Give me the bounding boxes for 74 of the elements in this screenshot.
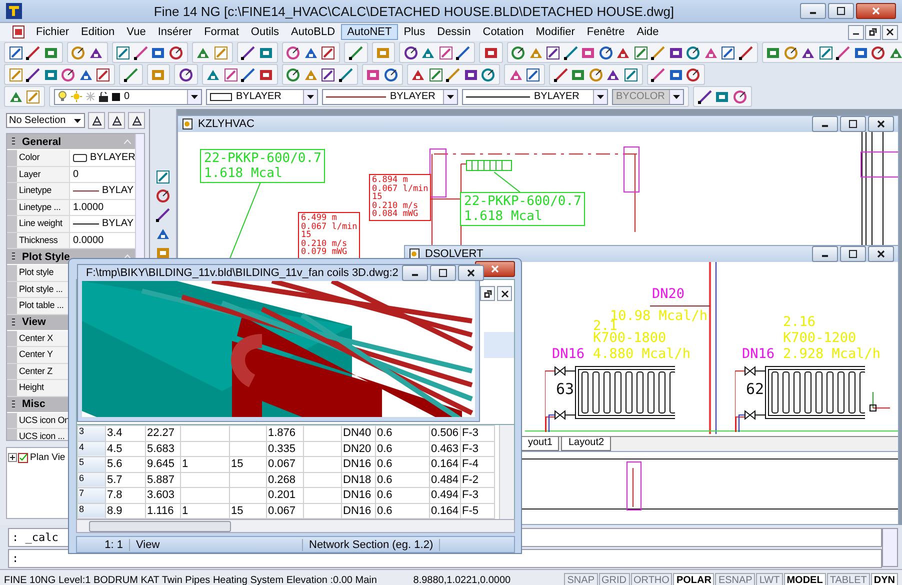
status-text: 1: 1 — [77, 538, 130, 550]
table-cell: 0.6 — [376, 441, 430, 456]
table-cell: 5.7 — [106, 472, 146, 488]
table-cell: F-2 — [460, 472, 494, 488]
table-cell: F-4 — [460, 456, 494, 472]
property-label: Center X — [7, 330, 70, 346]
property-label: Plot table ... — [7, 298, 70, 314]
fixture-tag: 22-PKKP-600/0.7 1.618 Mcal — [200, 149, 326, 183]
table-cell: DN16 — [342, 456, 376, 472]
property-label: Linetype — [7, 183, 70, 198]
property-label: Linetype ... — [7, 200, 70, 215]
table-cell: 0.201 — [266, 488, 304, 503]
table-cell: 0.335 — [266, 441, 304, 456]
table-cell: 0.268 — [266, 472, 304, 488]
table-cell: 1 — [180, 456, 230, 472]
table-cell: 9.645 — [146, 456, 180, 472]
table-cell: 0.6 — [376, 456, 430, 472]
output-label: 4.880 Mcal/h — [593, 346, 691, 362]
pipe-size-label: DN16 — [742, 346, 775, 362]
property-label: Center Z — [7, 364, 70, 379]
window-title: DSOLVERT — [425, 248, 484, 260]
status-text: FINE 10NG Level:1 BODRUM KAT Twin Pipes Heating System Elevation :0.00 Main — [4, 575, 378, 585]
table-cell: 0.6 — [376, 472, 430, 488]
property-label: Height — [7, 380, 70, 396]
table-cell: 0.484 — [430, 472, 460, 488]
property-label: Line weight — [7, 216, 70, 232]
table-cell: 5.6 — [106, 456, 146, 472]
radiator-number: 62 — [746, 380, 764, 398]
radiator-number: 63 — [556, 380, 574, 398]
pipe-size-label: DN16 — [552, 346, 585, 362]
property-label: UCS icon ... — [7, 429, 70, 440]
window-title: KZLYHVAC — [198, 118, 256, 130]
fixture-tag: 22-PKKP-600/0.7 1.618 Mcal — [460, 192, 586, 226]
table-cell: F-3 — [460, 426, 494, 441]
table-cell: 3.4 — [106, 426, 146, 441]
table-cell: 0.6 — [376, 488, 430, 503]
table-cell: 4.5 — [106, 441, 146, 456]
table-cell: 1.876 — [266, 426, 304, 441]
output-label: 2.928 Mcal/h — [783, 346, 881, 362]
table-cell: 5.683 — [146, 441, 180, 456]
model-label: K700-1800 — [593, 330, 666, 346]
status-text: View — [130, 538, 303, 550]
table-cell: F-3 — [460, 488, 494, 503]
table-cell: DN18 — [342, 472, 376, 488]
table-cell: 0.494 — [430, 488, 460, 503]
table-cell: 0.463 — [430, 441, 460, 456]
table-cell: 3.603 — [146, 488, 180, 503]
property-label: Color — [7, 150, 70, 166]
table-cell: DN20 — [342, 441, 376, 456]
property-label: Plot style — [7, 265, 70, 280]
table-cell: 0.164 — [430, 456, 460, 472]
property-label: Layer — [7, 166, 70, 182]
property-label: Center Y — [7, 347, 70, 362]
window-title: Fine 14 NG [c:\FINE14_HVAC\CALC\DETACHED HOUSE.BLD\DETACHED HOUSE.dwg] — [152, 4, 676, 18]
table-cell: 0.506 — [430, 426, 460, 441]
room-label: 2.16 — [783, 314, 816, 330]
property-label: Plot style ... — [7, 282, 70, 297]
table-cell: DN16 — [342, 488, 376, 503]
table-cell: 15 — [230, 456, 266, 472]
table-cell: 5.887 — [146, 472, 180, 488]
table-cell: F-3 — [460, 441, 494, 456]
pipe-size-label: DN20 — [652, 286, 685, 302]
coordinates: 8.9880,1.0221,0.0000 — [413, 575, 512, 585]
table-cell: 0.067 — [266, 456, 304, 472]
table-cell: 0.6 — [376, 426, 430, 441]
pipe-data-label: 6.894 m 0.067 l/min 15 0.210 m/s 0.084 mWG — [369, 174, 432, 221]
window-title: F:\tmp\BIKY\BILDING_11v.bld\BILDING_11v_fan coils 3D.dwg:2 — [86, 267, 398, 279]
table-cell: 7.8 — [106, 488, 146, 503]
table-cell: DN40 — [342, 426, 376, 441]
table-cell: 22.27 — [146, 426, 180, 441]
pipe-data-label: 6.499 m 0.067 l/min 15 0.210 m/s 0.079 mWG — [298, 212, 360, 259]
model-label: K700-1200 — [783, 330, 856, 346]
status-text: Network Section (eg. 1.2) — [303, 538, 440, 550]
property-label: Thickness — [7, 232, 70, 248]
